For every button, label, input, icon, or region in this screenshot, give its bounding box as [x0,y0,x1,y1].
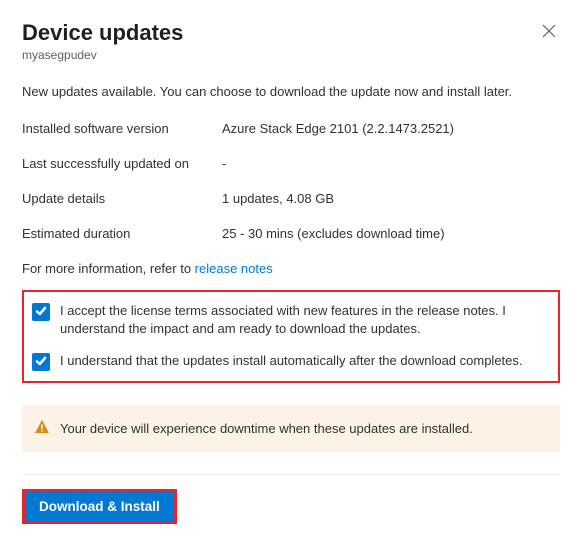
checkmark-icon [35,355,47,370]
download-install-button[interactable]: Download & Install [25,492,174,521]
auto-install-label: I understand that the updates install au… [60,352,523,370]
duration-label: Estimated duration [22,226,222,241]
detail-row-last-updated: Last successfully updated on - [22,156,560,171]
close-button[interactable] [538,20,560,45]
warning-icon [34,419,50,438]
installed-version-label: Installed software version [22,121,222,136]
accept-license-checkbox[interactable] [32,303,50,321]
last-updated-label: Last successfully updated on [22,156,222,171]
info-prefix: For more information, refer to [22,261,195,276]
update-details-value: 1 updates, 4.08 GB [222,191,334,206]
detail-row-installed: Installed software version Azure Stack E… [22,121,560,136]
update-details-label: Update details [22,191,222,206]
detail-row-duration: Estimated duration 25 - 30 mins (exclude… [22,226,560,241]
warning-text: Your device will experience downtime whe… [60,421,473,436]
consent-section: I accept the license terms associated wi… [22,290,560,383]
primary-button-highlight: Download & Install [22,489,177,524]
page-title: Device updates [22,20,183,46]
device-name: myasegpudev [22,48,560,62]
divider [22,474,560,475]
warning-banner: Your device will experience downtime whe… [22,405,560,452]
intro-text: New updates available. You can choose to… [22,84,560,99]
installed-version-value: Azure Stack Edge 2101 (2.2.1473.2521) [222,121,454,136]
last-updated-value: - [222,156,226,171]
detail-row-update-details: Update details 1 updates, 4.08 GB [22,191,560,206]
duration-value: 25 - 30 mins (excludes download time) [222,226,445,241]
checkmark-icon [35,305,47,320]
release-notes-link[interactable]: release notes [195,261,273,276]
close-icon [542,26,556,41]
accept-license-label: I accept the license terms associated wi… [60,302,550,338]
auto-install-checkbox[interactable] [32,353,50,371]
info-line: For more information, refer to release n… [22,261,560,276]
